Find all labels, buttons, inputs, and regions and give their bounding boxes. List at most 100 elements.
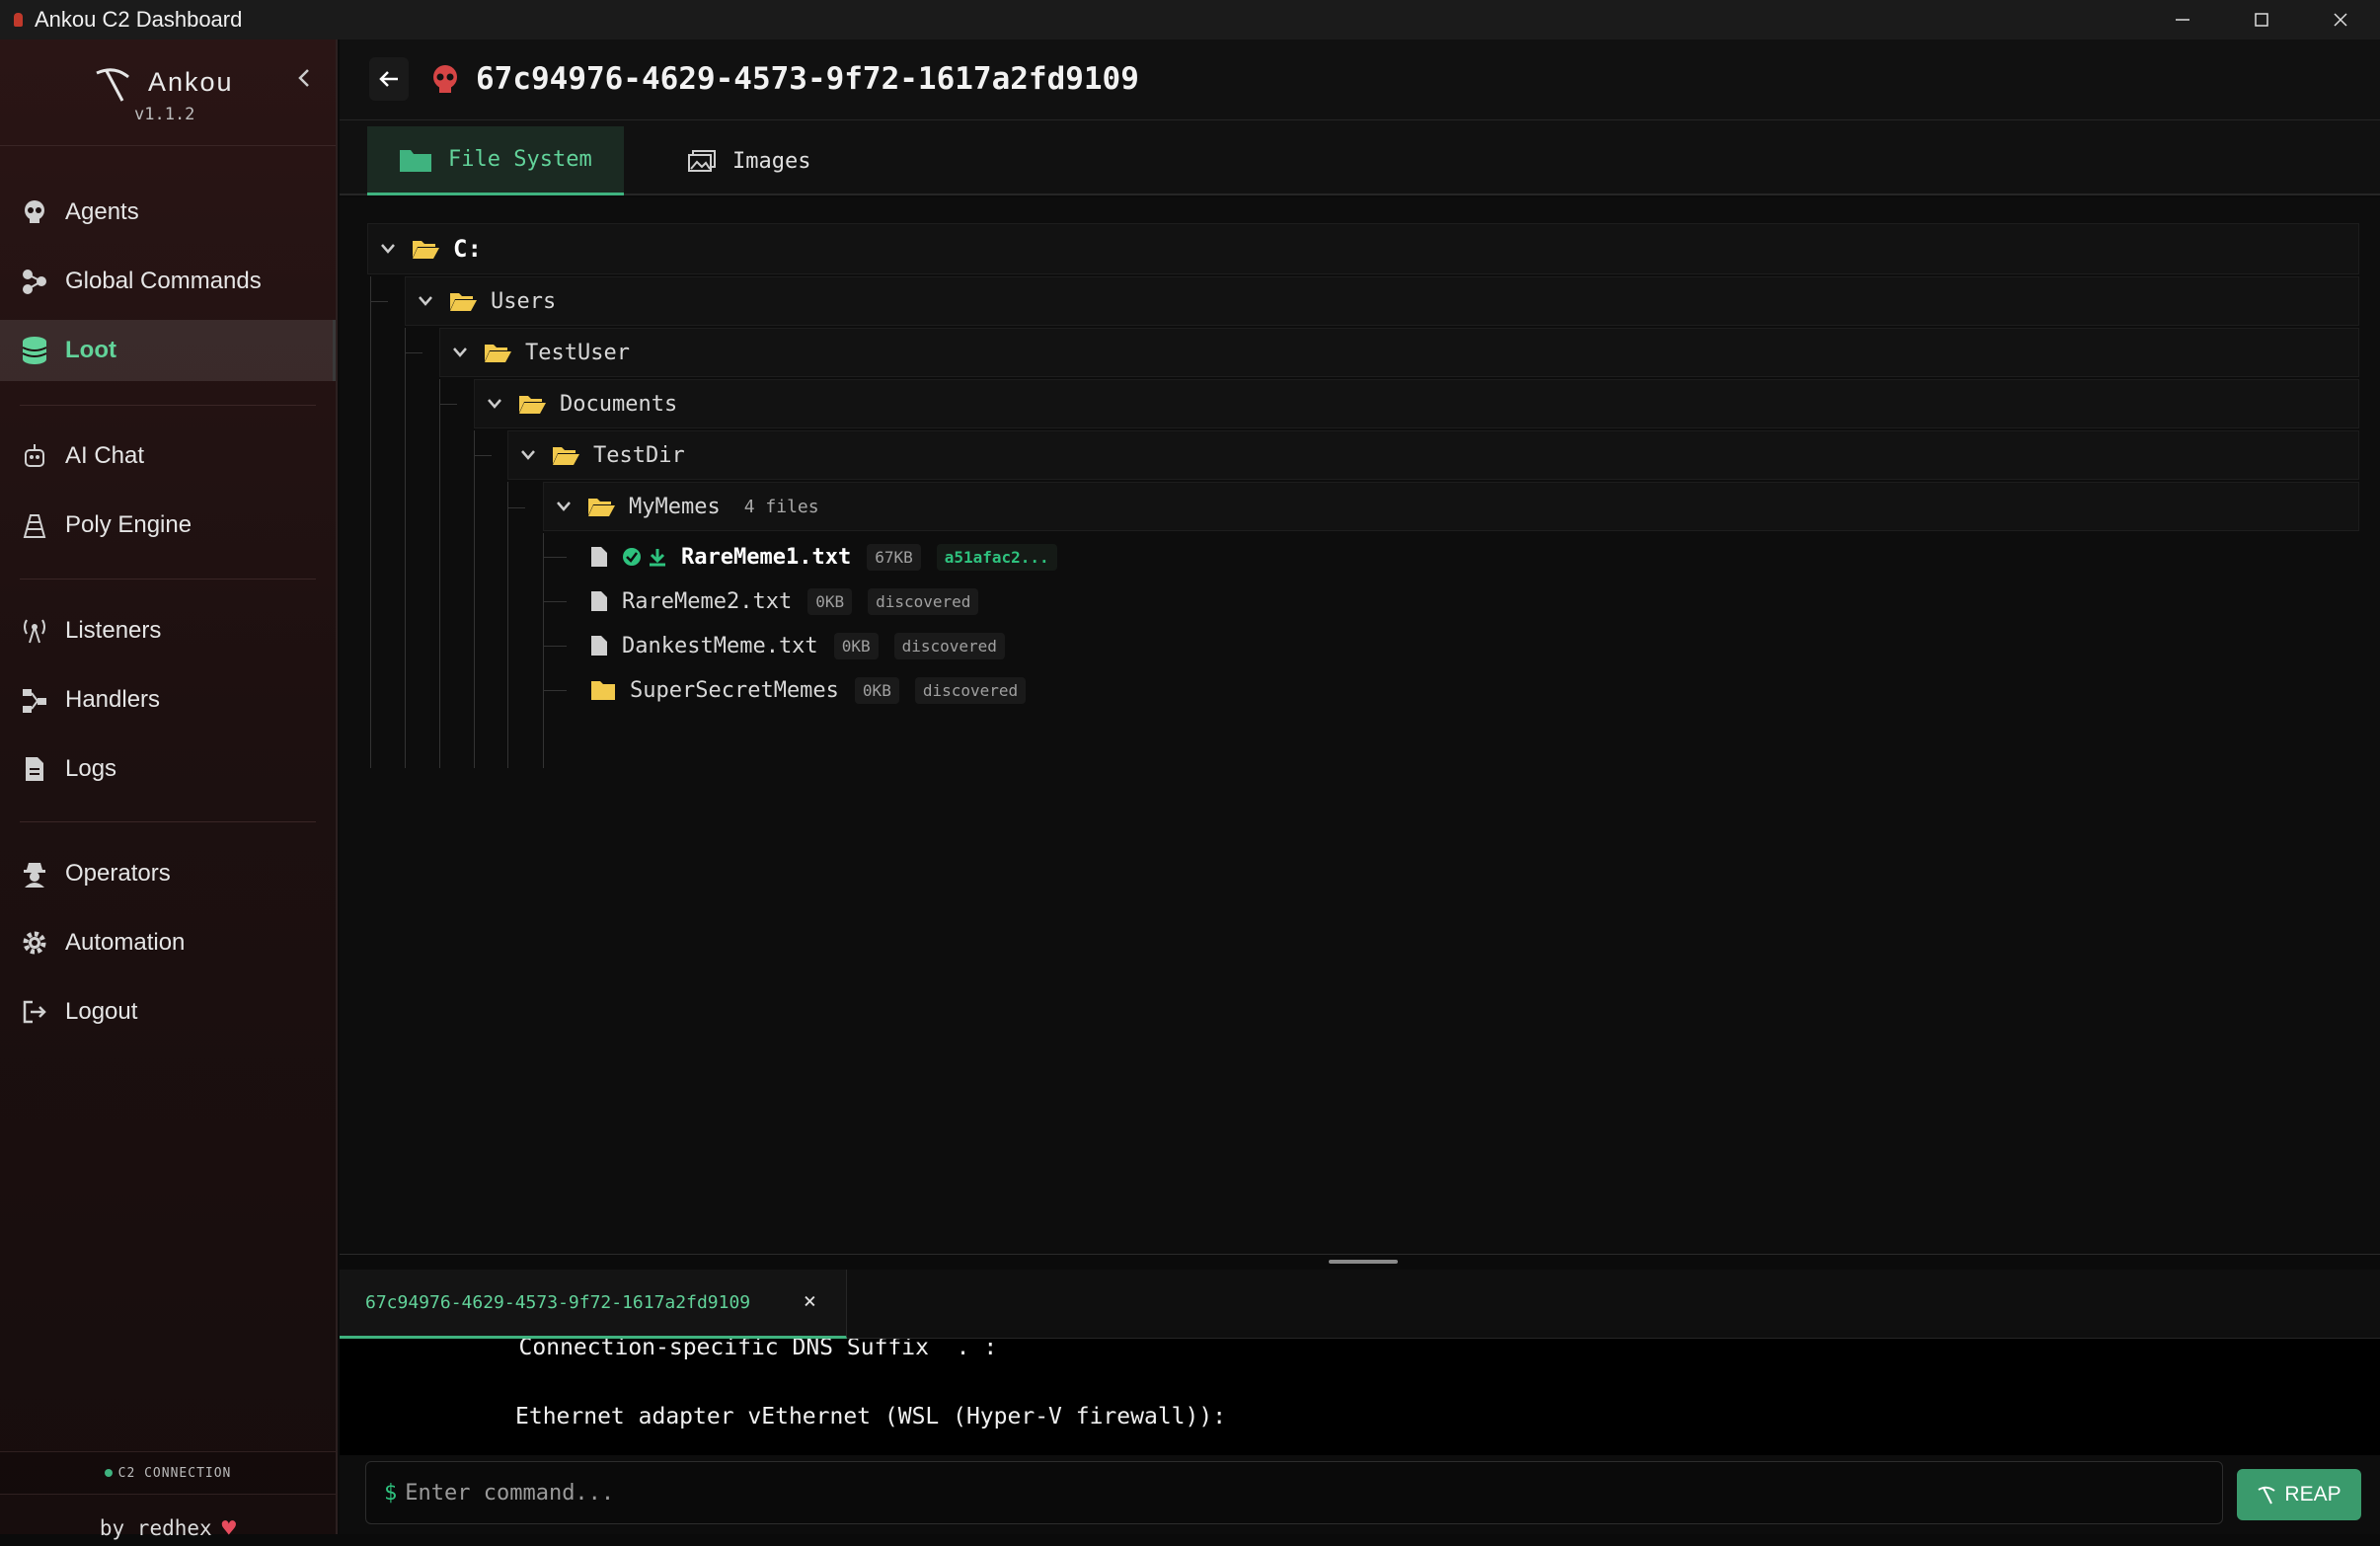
sidebar-item-operators[interactable]: Operators [0,843,336,904]
file-row[interactable]: DankestMeme.txt 0KB discovered [590,623,1005,668]
resize-handle[interactable] [1329,1260,1398,1264]
tree-guide [543,601,567,602]
tree-node-root[interactable]: C: [367,223,2359,274]
download-icon[interactable] [648,547,667,567]
network-icon [20,267,49,296]
file-icon [590,635,608,657]
folder-open-icon [587,496,615,517]
close-icon [2332,11,2349,29]
tree-node-label: Documents [560,392,677,417]
file-row[interactable]: RareMeme1.txt 67KB a51afac2... [590,533,1057,580]
chevron-down-icon [518,445,538,465]
command-input-wrapper: $ [365,1461,2223,1524]
tab-file-system[interactable]: File System [367,126,624,195]
tree-guide [474,430,475,768]
byline: by redhex ♥ [0,1510,336,1546]
sidebar-item-logout[interactable]: Logout [0,981,336,1043]
file-tree: C: Users TestUser Documents TestDir MyMe… [340,197,2380,1254]
chevron-down-icon [450,343,470,362]
sidebar-item-listeners[interactable]: Listeners [0,600,336,661]
minimize-button[interactable] [2143,0,2222,39]
sidebar-item-label: Global Commands [65,268,262,295]
file-icon [590,590,608,612]
sidebar-item-poly-engine[interactable]: Poly Engine [0,495,336,556]
page-title: 67c94976-4629-4573-9f72-1617a2fd9109 [476,61,1139,97]
connection-status: C2 CONNECTION [0,1451,336,1495]
terminal-output: Connection-specific DNS Suffix . : Ether… [340,1339,2380,1455]
sidebar: Ankou v1.1.2 Agents Global Commands Loot… [0,39,338,1534]
sidebar-divider [20,405,316,406]
folder-open-icon [449,290,477,312]
heart-icon: ♥ [222,1514,236,1542]
file-icon [20,754,49,784]
file-name: DankestMeme.txt [622,634,818,658]
sidebar-item-ai-chat[interactable]: AI Chat [0,425,336,487]
collapse-sidebar-button[interactable] [292,63,316,93]
file-size: 0KB [834,633,879,659]
sidebar-divider [20,821,316,822]
reap-label: REAP [2284,1483,2341,1507]
command-input[interactable] [405,1481,2222,1506]
brand-version: v1.1.2 [134,105,194,124]
sidebar-item-global-commands[interactable]: Global Commands [0,251,336,312]
byline-text: by redhex [100,1516,212,1540]
tree-node-users[interactable]: Users [405,276,2359,326]
tree-guide [543,690,567,691]
tree-node-mymemes[interactable]: MyMemes 4 files [543,482,2359,531]
back-button[interactable] [369,57,409,101]
connection-label: C2 CONNECTION [118,1466,232,1481]
tree-guide [370,301,388,302]
agent-header: 67c94976-4629-4573-9f72-1617a2fd9109 [340,39,2380,120]
reap-button[interactable]: REAP [2237,1469,2361,1520]
sidebar-item-logs[interactable]: Logs [0,738,336,800]
scythe-icon [2257,1485,2276,1505]
file-size: 0KB [807,588,852,615]
file-status: discovered [868,588,978,615]
sidebar-item-label: Logout [65,998,137,1026]
sidebar-item-automation[interactable]: Automation [0,912,336,973]
close-tab-icon[interactable]: × [804,1289,816,1314]
tree-guide [439,379,440,768]
terminal-tab[interactable]: 67c94976-4629-4573-9f72-1617a2fd9109 × [340,1270,847,1339]
file-name: SuperSecretMemes [630,678,839,703]
skull-icon [20,197,49,227]
sitemap-icon [20,685,49,715]
antenna-icon [20,616,49,646]
tree-guide [370,276,371,768]
gears-icon [20,510,49,540]
tree-node-testuser[interactable]: TestUser [439,328,2359,377]
folder-row[interactable]: SuperSecretMemes 0KB discovered [590,667,1026,713]
folder-icon [590,679,616,701]
command-bar: $ REAP [340,1455,2380,1534]
folder-icon [399,147,432,173]
panel-divider [340,1254,2380,1255]
tree-node-documents[interactable]: Documents [474,379,2359,428]
skull-icon [430,65,460,100]
sidebar-item-label: Logs [65,755,116,783]
folder-open-icon [518,393,546,415]
window-title: Ankou C2 Dashboard [35,7,242,33]
database-icon [20,336,49,365]
file-row[interactable]: RareMeme2.txt 0KB discovered [590,579,978,624]
sidebar-item-agents[interactable]: Agents [0,182,336,243]
sidebar-item-handlers[interactable]: Handlers [0,669,336,731]
maximize-button[interactable] [2222,0,2301,39]
tree-guide [405,328,406,768]
tree-guide [543,533,544,768]
images-icon [687,149,717,173]
sidebar-item-loot[interactable]: Loot [0,320,336,381]
tree-node-label: C: [453,235,482,263]
window-controls [2143,0,2380,39]
tab-images[interactable]: Images [655,126,842,195]
tree-guide [543,646,567,647]
status-dot [105,1469,113,1477]
tree-guide [507,482,508,768]
folder-open-icon [552,444,579,466]
logout-icon [20,997,49,1027]
scythe-logo-icon [93,65,132,110]
tree-node-testdir[interactable]: TestDir [507,430,2359,480]
terminal-tab-label: 67c94976-4629-4573-9f72-1617a2fd9109 [365,1292,750,1313]
folder-open-icon [412,238,439,260]
close-window-button[interactable] [2301,0,2380,39]
terminal-tabs: 67c94976-4629-4573-9f72-1617a2fd9109 × [340,1270,2380,1339]
